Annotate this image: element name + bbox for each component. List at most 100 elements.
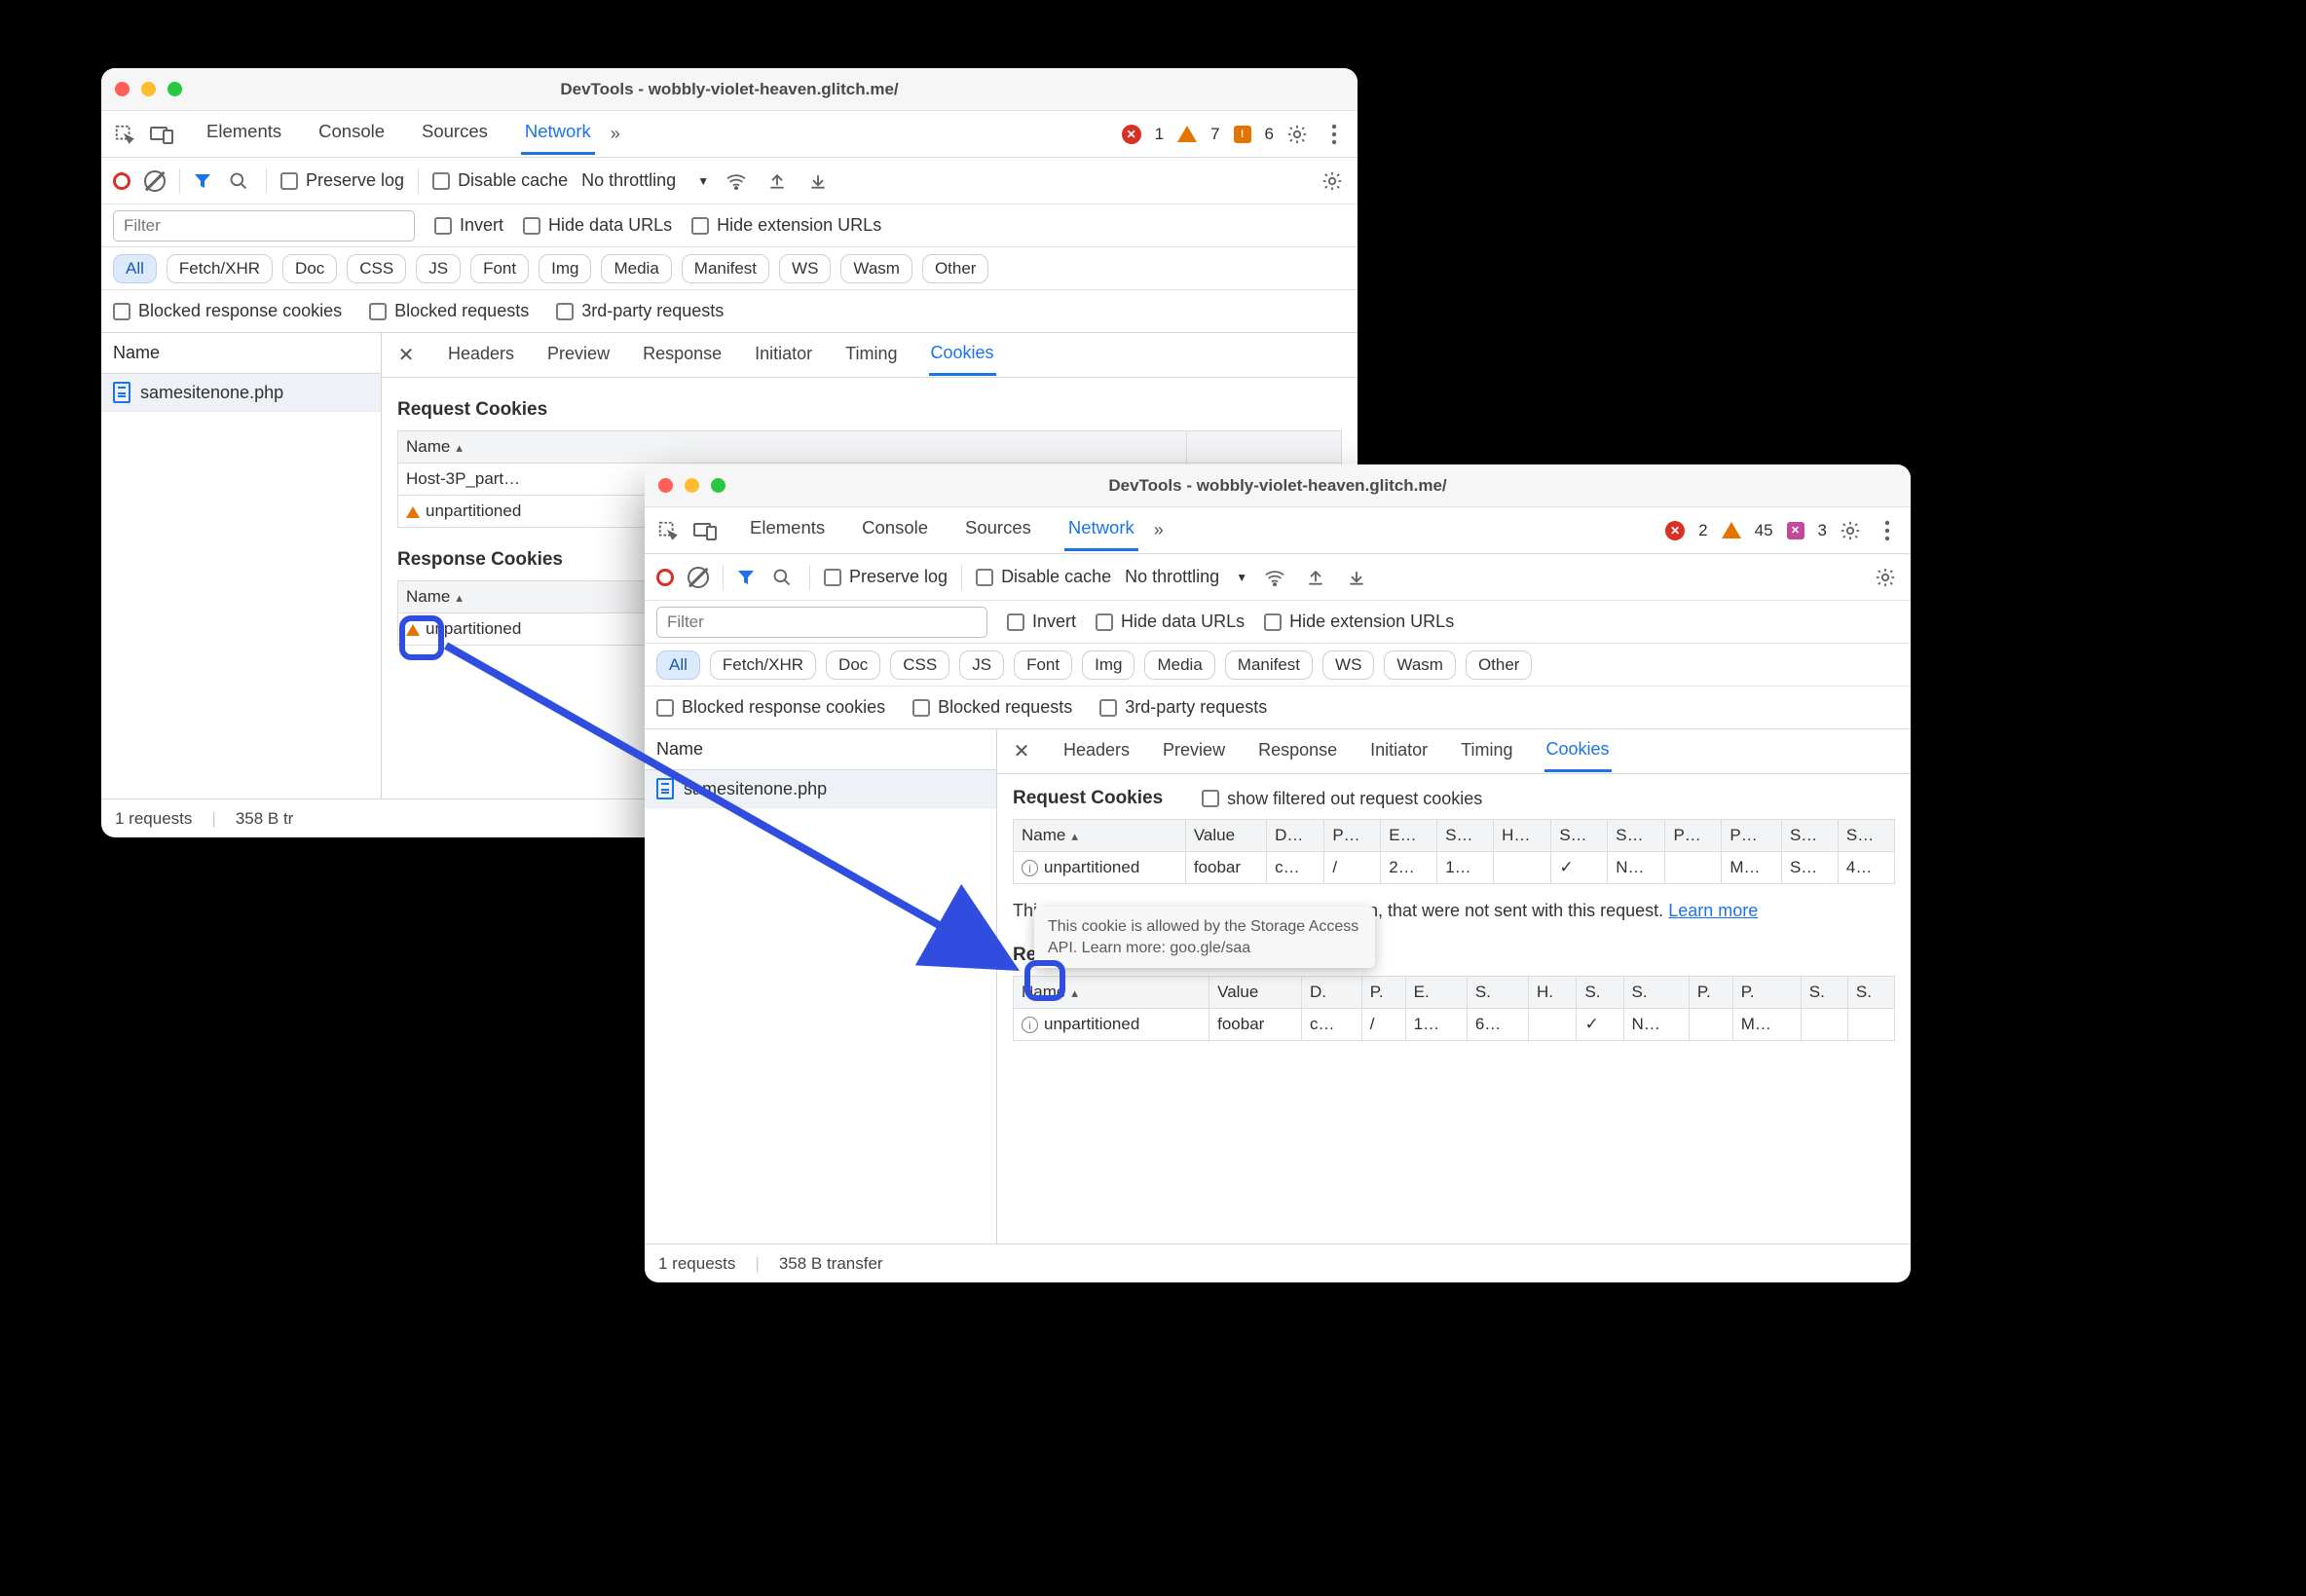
third-party-checkbox[interactable]: 3rd-party requests (1099, 697, 1267, 718)
chip-media[interactable]: Media (1144, 650, 1214, 680)
clear-icon[interactable] (144, 170, 166, 192)
third-party-checkbox[interactable]: 3rd-party requests (556, 301, 724, 321)
preserve-log-checkbox[interactable]: Preserve log (824, 567, 948, 587)
preserve-log-checkbox[interactable]: Preserve log (280, 170, 404, 191)
tab-cookies[interactable]: Cookies (1544, 731, 1612, 772)
minimize-window-icon[interactable] (685, 478, 699, 493)
search-icon[interactable] (768, 564, 796, 591)
throttling-select[interactable]: No throttling ▼ (1125, 567, 1247, 587)
close-window-icon[interactable] (658, 478, 673, 493)
request-list-header[interactable]: Name (645, 729, 996, 770)
tab-initiator[interactable]: Initiator (1368, 732, 1430, 770)
blocked-response-cookies-checkbox[interactable]: Blocked response cookies (656, 697, 885, 718)
tab-cookies[interactable]: Cookies (929, 335, 996, 376)
record-icon[interactable] (113, 172, 130, 190)
error-icon[interactable]: ✕ (1122, 125, 1141, 144)
warning-count[interactable]: 7 (1210, 125, 1219, 144)
chip-media[interactable]: Media (601, 254, 671, 283)
col-name[interactable]: Name (1014, 820, 1186, 852)
hide-data-urls-checkbox[interactable]: Hide data URLs (1096, 612, 1245, 632)
tab-preview[interactable]: Preview (545, 336, 612, 374)
hide-extension-urls-checkbox[interactable]: Hide extension URLs (691, 215, 881, 236)
record-icon[interactable] (656, 569, 674, 586)
request-row[interactable]: samesitenone.php (101, 374, 381, 412)
invert-checkbox[interactable]: Invert (434, 215, 503, 236)
download-icon[interactable] (1343, 564, 1370, 591)
settings-icon[interactable] (1837, 517, 1864, 544)
learn-more-link[interactable]: Learn more (1668, 901, 1758, 920)
disable-cache-checkbox[interactable]: Disable cache (432, 170, 568, 191)
network-settings-icon[interactable] (1872, 564, 1899, 591)
chip-js[interactable]: JS (416, 254, 461, 283)
chip-ws[interactable]: WS (779, 254, 831, 283)
filter-funnel-icon[interactable] (737, 569, 755, 586)
issues-icon[interactable]: ✕ (1787, 522, 1804, 539)
chip-js[interactable]: JS (959, 650, 1004, 680)
chip-wasm[interactable]: Wasm (840, 254, 912, 283)
warning-icon[interactable] (1722, 522, 1741, 538)
chip-img[interactable]: Img (539, 254, 591, 283)
error-count[interactable]: 2 (1698, 521, 1707, 540)
hide-data-urls-checkbox[interactable]: Hide data URLs (523, 215, 672, 236)
kebab-icon[interactable] (1874, 517, 1901, 544)
cookie-name[interactable]: iunpartitioned (1014, 1009, 1209, 1041)
hide-extension-urls-checkbox[interactable]: Hide extension URLs (1264, 612, 1454, 632)
disable-cache-checkbox[interactable]: Disable cache (976, 567, 1111, 587)
tab-response[interactable]: Response (641, 336, 724, 374)
tab-sources[interactable]: Sources (418, 113, 492, 155)
inspect-icon[interactable] (111, 121, 138, 148)
settings-icon[interactable] (1283, 121, 1311, 148)
more-tabs-icon[interactable]: » (605, 124, 626, 144)
warning-icon[interactable] (1177, 126, 1197, 142)
chip-manifest[interactable]: Manifest (682, 254, 769, 283)
more-tabs-icon[interactable]: » (1148, 520, 1170, 540)
chip-doc[interactable]: Doc (282, 254, 337, 283)
tab-console[interactable]: Console (315, 113, 389, 155)
tab-timing[interactable]: Timing (843, 336, 899, 374)
error-count[interactable]: 1 (1155, 125, 1164, 144)
request-row[interactable]: samesitenone.php (645, 770, 996, 808)
minimize-window-icon[interactable] (141, 82, 156, 96)
download-icon[interactable] (804, 167, 832, 195)
chip-font[interactable]: Font (1014, 650, 1072, 680)
close-detail-icon[interactable]: ✕ (1011, 739, 1032, 763)
chip-ws[interactable]: WS (1322, 650, 1374, 680)
kebab-icon[interactable] (1320, 121, 1348, 148)
col-name[interactable]: Name (1014, 977, 1209, 1009)
filter-input[interactable] (656, 607, 987, 638)
tab-headers[interactable]: Headers (1061, 732, 1132, 770)
issues-count[interactable]: 6 (1265, 125, 1274, 144)
tab-console[interactable]: Console (858, 509, 932, 551)
search-icon[interactable] (225, 167, 252, 195)
upload-icon[interactable] (763, 167, 791, 195)
invert-checkbox[interactable]: Invert (1007, 612, 1076, 632)
device-icon[interactable] (148, 121, 175, 148)
blocked-requests-checkbox[interactable]: Blocked requests (369, 301, 529, 321)
col-name[interactable]: Name (398, 431, 1187, 464)
inspect-icon[interactable] (654, 517, 682, 544)
issues-icon[interactable]: ! (1234, 126, 1251, 143)
chip-font[interactable]: Font (470, 254, 529, 283)
network-settings-icon[interactable] (1319, 167, 1346, 195)
cookie-name[interactable]: iunpartitioned (1014, 852, 1186, 884)
tab-network[interactable]: Network (521, 113, 595, 155)
upload-icon[interactable] (1302, 564, 1329, 591)
tab-timing[interactable]: Timing (1459, 732, 1514, 770)
show-filtered-checkbox[interactable]: show filtered out request cookies (1202, 789, 1482, 809)
tab-elements[interactable]: Elements (746, 509, 829, 551)
chip-wasm[interactable]: Wasm (1384, 650, 1456, 680)
issues-count[interactable]: 3 (1818, 521, 1827, 540)
tab-response[interactable]: Response (1256, 732, 1339, 770)
throttling-select[interactable]: No throttling ▼ (581, 170, 709, 191)
chip-fetch[interactable]: Fetch/XHR (710, 650, 816, 680)
network-conditions-icon[interactable] (1261, 564, 1288, 591)
error-icon[interactable]: ✕ (1665, 521, 1685, 540)
tab-network[interactable]: Network (1064, 509, 1138, 551)
chip-fetch[interactable]: Fetch/XHR (167, 254, 273, 283)
chip-manifest[interactable]: Manifest (1225, 650, 1313, 680)
chip-all[interactable]: All (113, 254, 157, 283)
chip-css[interactable]: CSS (890, 650, 949, 680)
tab-sources[interactable]: Sources (961, 509, 1035, 551)
filter-funnel-icon[interactable] (194, 172, 211, 190)
col-value[interactable]: Value (1185, 820, 1266, 852)
